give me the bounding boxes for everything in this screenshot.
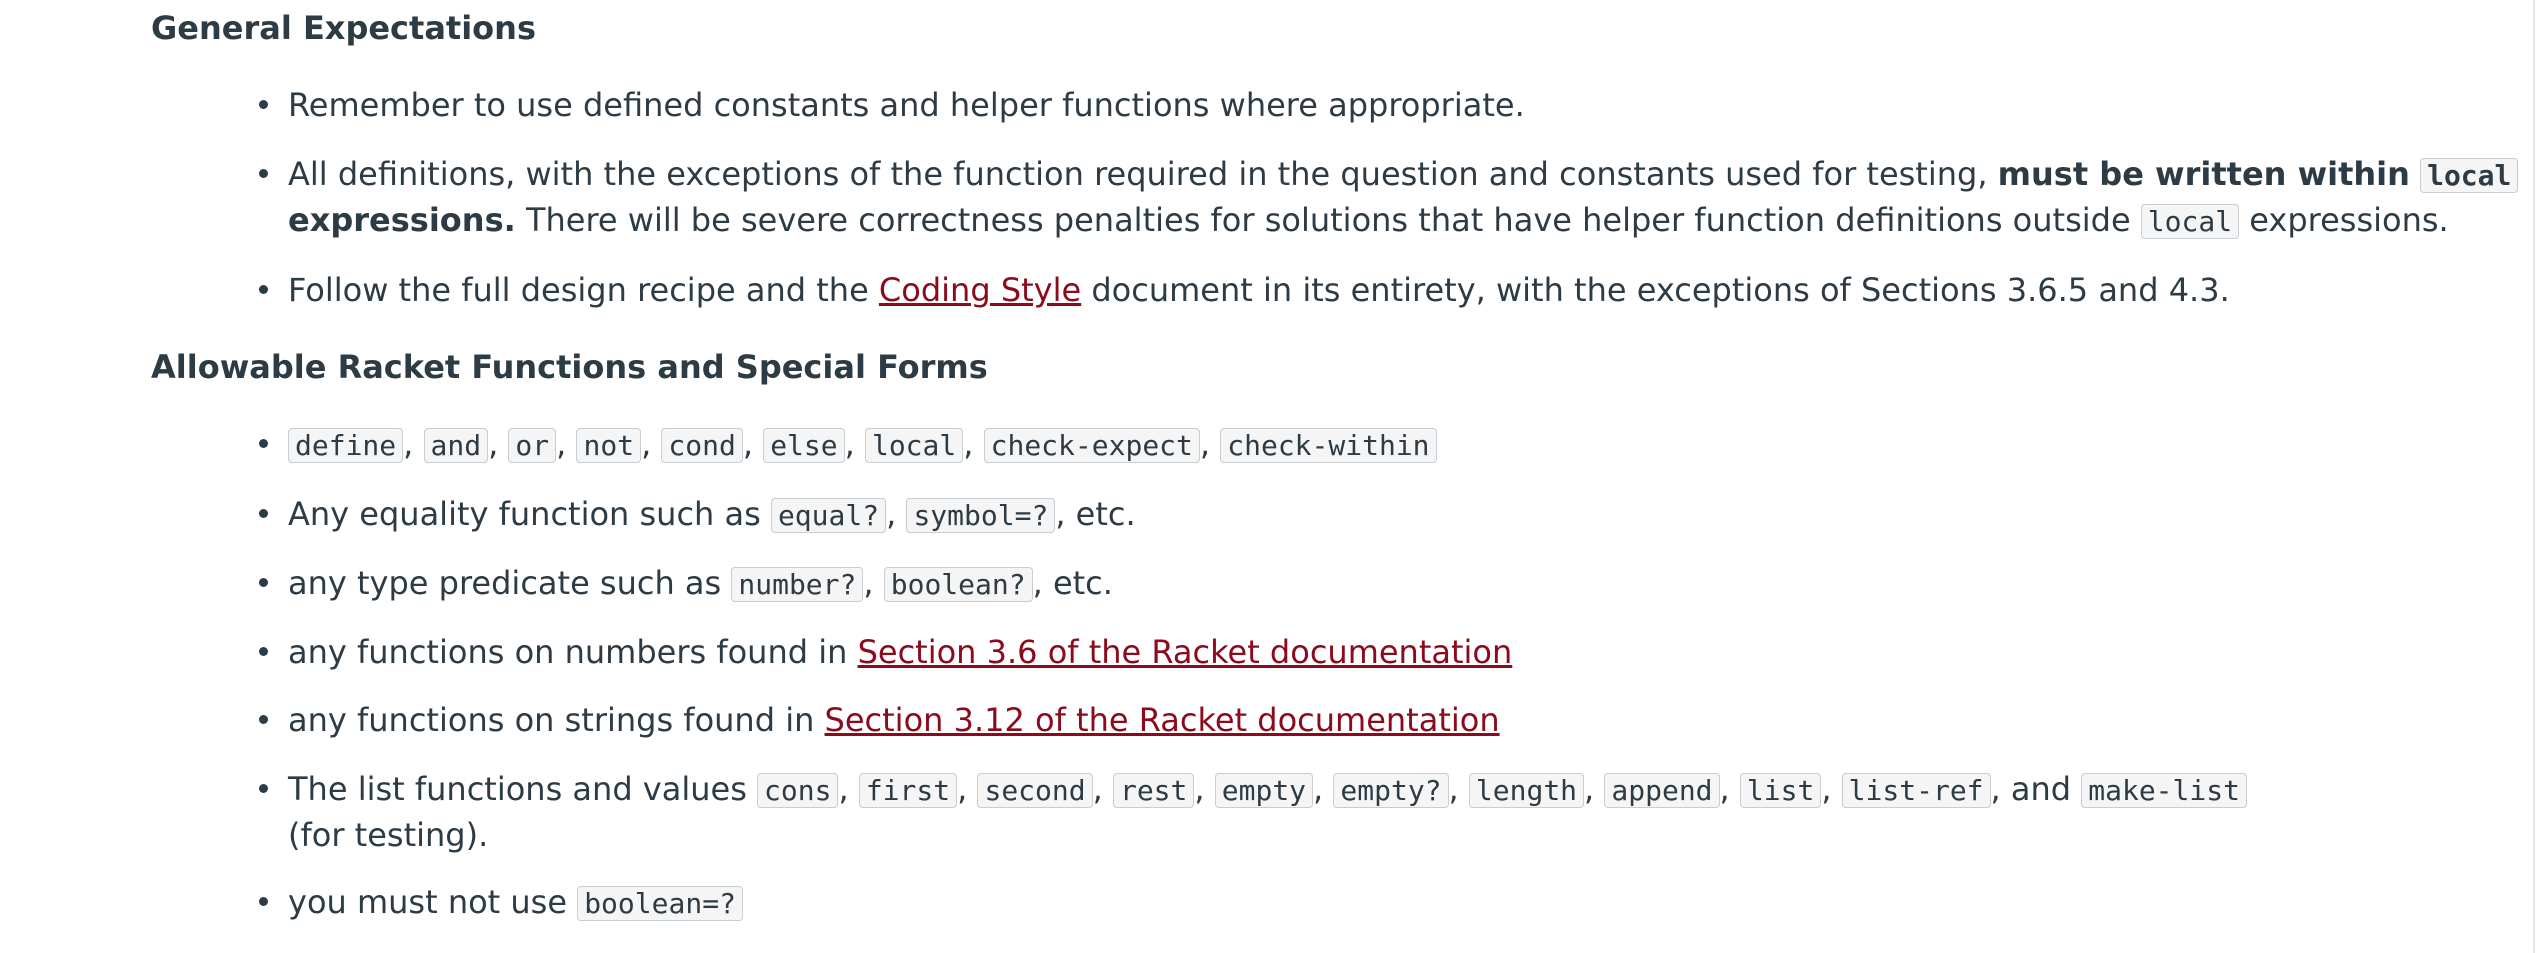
list-item: any functions on numbers found in Sectio… — [258, 629, 1513, 675]
list-item: Follow the full design recipe and the Co… — [259, 267, 2230, 313]
list-item: Any equality function such as equal?, sy… — [259, 491, 1136, 539]
code-check-expect: check-expect — [983, 428, 1200, 463]
list-item-text: (for testing). — [288, 816, 489, 854]
list-item-text: expressions. — [2239, 201, 2449, 239]
code-first: first — [858, 773, 958, 808]
list-item-text: , etc. — [1055, 495, 1136, 533]
code-symbol-equal: symbol=? — [906, 498, 1056, 533]
list-item: any functions on strings found in Sectio… — [259, 697, 1500, 743]
list-item-text: Follow the full design recipe and the — [288, 271, 879, 309]
list-item-text: any functions on strings found in — [288, 701, 825, 739]
list-item-text: document in its entirety, with the excep… — [1081, 271, 2230, 309]
list-item: you must not use boolean=? — [259, 879, 743, 927]
list-item-text: Any equality function such as — [288, 495, 771, 533]
code-number: number? — [731, 567, 864, 602]
code-append: append — [1604, 773, 1720, 808]
list-item: The list functions and values cons, firs… — [259, 766, 2247, 814]
code-list-ref: list-ref — [1841, 773, 1991, 808]
emphasis-text: must be written within — [1997, 155, 2410, 193]
list-item-text: any type predicate such as — [288, 564, 732, 602]
code-cons: cons — [757, 773, 839, 808]
coding-style-link[interactable]: Coding Style — [879, 271, 1081, 309]
allowable-functions-heading: Allowable Racket Functions and Special F… — [151, 348, 988, 386]
list-item-continuation: expressions. There will be severe correc… — [288, 197, 2449, 245]
code-cond: cond — [661, 428, 743, 463]
code-boolean-equal: boolean=? — [577, 886, 743, 921]
code-boolean: boolean? — [883, 567, 1033, 602]
racket-numbers-link[interactable]: Section 3.6 of the Racket documentation — [858, 633, 1513, 671]
code-else: else — [763, 428, 845, 463]
list-item-text: any functions on numbers found in — [288, 633, 858, 671]
code-or: or — [508, 428, 557, 463]
list-item-continuation: (for testing). — [288, 812, 488, 858]
list-item: Remember to use defined constants and he… — [259, 82, 1525, 128]
list-item-text: , and — [1990, 770, 2082, 808]
general-expectations-heading: General Expectations — [151, 9, 536, 47]
page-edge-divider — [2533, 0, 2535, 953]
list-item-text: The list functions and values — [288, 770, 758, 808]
code-empty: empty? — [1333, 773, 1449, 808]
code-local: local — [864, 428, 964, 463]
list-item-text: There will be severe correctness penalti… — [515, 201, 2141, 239]
code-local: local — [2420, 158, 2519, 193]
code-check-within: check-within — [1220, 428, 1437, 463]
code-define: define — [288, 428, 404, 463]
racket-strings-link[interactable]: Section 3.12 of the Racket documentation — [825, 701, 1500, 739]
list-item-text: Remember to use defined constants and he… — [288, 86, 1525, 124]
code-and: and — [423, 428, 489, 463]
list-item: any type predicate such as number?, bool… — [259, 560, 1113, 608]
code-list: list — [1739, 773, 1822, 808]
code-equal: equal? — [770, 498, 887, 533]
code-local: local — [2140, 204, 2240, 239]
list-item-text: , etc. — [1032, 564, 1113, 602]
code-make-list: make-list — [2081, 773, 2247, 808]
list-item: All definitions, with the exceptions of … — [258, 151, 2519, 199]
code-second: second — [977, 773, 1093, 808]
list-item-text: All definitions, with the exceptions of … — [288, 155, 1998, 193]
list-item-text: you must not use — [288, 883, 578, 921]
list-item: define, and, or, not, cond, else, local,… — [259, 421, 1437, 469]
code-rest: rest — [1112, 773, 1195, 808]
emphasis-text: expressions. — [288, 201, 516, 239]
code-not: not — [576, 428, 642, 463]
code-length: length — [1468, 773, 1585, 808]
code-empty: empty — [1214, 773, 1314, 808]
